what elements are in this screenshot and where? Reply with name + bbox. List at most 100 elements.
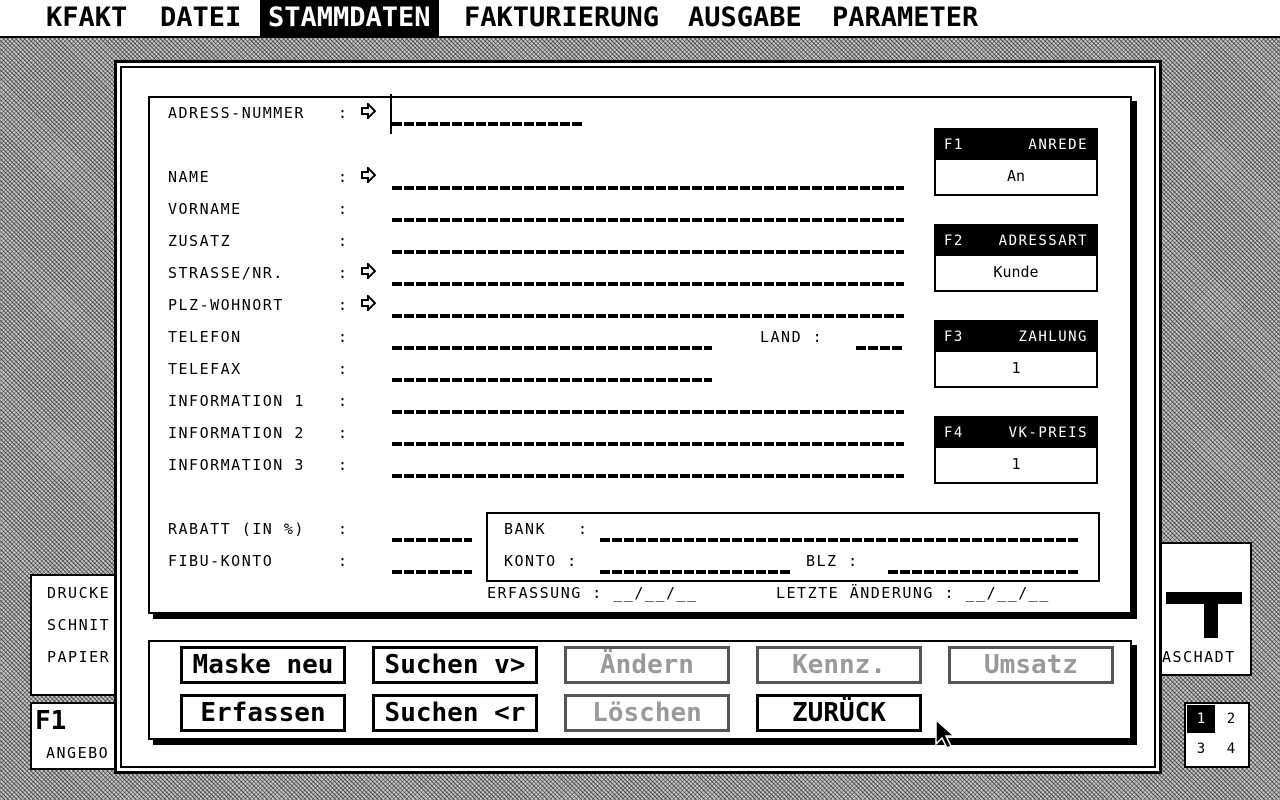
- menu-datei[interactable]: DATEI: [152, 0, 249, 36]
- screen-1[interactable]: 1: [1187, 705, 1215, 733]
- f4-title: VK-PREIS: [1008, 425, 1088, 441]
- letzte-aenderung-date: LETZTE ÄNDERUNG : __/__/__: [776, 584, 1050, 602]
- f1-title: ANREDE: [1028, 137, 1088, 153]
- menu-ausgabe[interactable]: AUSGABE: [680, 0, 810, 36]
- vorname-field[interactable]: [392, 218, 904, 222]
- menu-stammdaten[interactable]: STAMMDATEN: [260, 0, 439, 36]
- f2-adressart-box[interactable]: F2 ADRESSART Kunde: [934, 224, 1098, 292]
- label-strasse: STRASSE/NR.: [168, 264, 284, 282]
- aendern-button[interactable]: Ändern: [564, 646, 730, 684]
- maske-neu-button[interactable]: Maske neu: [180, 646, 346, 684]
- fibu-konto-field[interactable]: [392, 570, 472, 574]
- label-bank: BANK: [504, 520, 547, 538]
- label-vorname: VORNAME: [168, 200, 242, 218]
- colon: :: [338, 168, 349, 186]
- background-right-panel: ASCHADT: [1150, 542, 1252, 676]
- required-arrow-icon: [361, 295, 376, 311]
- colon: :: [338, 520, 349, 538]
- telefax-field[interactable]: [392, 378, 712, 382]
- colon: :: [338, 296, 349, 314]
- rabatt-field[interactable]: [392, 538, 472, 542]
- f1-key: F1: [944, 137, 964, 153]
- colon: :: [338, 424, 349, 442]
- f3-value: 1: [1011, 359, 1021, 377]
- konto-field[interactable]: [600, 570, 792, 574]
- zurueck-button[interactable]: ZURÜCK: [756, 694, 922, 732]
- colon: :: [338, 104, 349, 122]
- information-1-field[interactable]: [392, 410, 904, 414]
- screen-4[interactable]: 4: [1217, 735, 1245, 763]
- f3-title: ZAHLUNG: [1018, 329, 1088, 345]
- label-rabatt: RABATT (IN %): [168, 520, 305, 538]
- suchen-vor-button[interactable]: Suchen v>: [372, 646, 538, 684]
- f1-anrede-box[interactable]: F1 ANREDE An: [934, 128, 1098, 196]
- label-plz: PLZ-WOHNORT: [168, 296, 284, 314]
- colon: :: [338, 328, 349, 346]
- f4-vk-preis-box[interactable]: F4 VK-PREIS 1: [934, 416, 1098, 484]
- f4-key: F4: [944, 425, 964, 441]
- zusatz-field[interactable]: [392, 250, 904, 254]
- colon: :: [338, 264, 349, 282]
- label-blz: BLZ :: [806, 552, 859, 570]
- f1-header: F1 ANREDE: [936, 130, 1096, 160]
- loeschen-button[interactable]: Löschen: [564, 694, 730, 732]
- colon: :: [578, 520, 589, 538]
- f2-value: Kunde: [993, 263, 1039, 281]
- label-telefax: TELEFAX: [168, 360, 242, 378]
- label-adress-nummer: ADRESS-NUMMER: [168, 104, 305, 122]
- label-konto: KONTO :: [504, 552, 578, 570]
- menu-bar: KFAKT DATEI STAMMDATEN FAKTURIERUNG AUSG…: [0, 0, 1280, 38]
- logo-stem: [1204, 592, 1218, 638]
- telefon-field[interactable]: [392, 346, 712, 350]
- f1-value: An: [1006, 167, 1026, 185]
- umsatz-button[interactable]: Umsatz: [948, 646, 1114, 684]
- bg-right-text: ASCHADT: [1162, 648, 1236, 666]
- strasse-field[interactable]: [392, 282, 904, 286]
- label-information-3: INFORMATION 3: [168, 456, 305, 474]
- f2-header: F2 ADRESSART: [936, 226, 1096, 256]
- screen-2[interactable]: 2: [1217, 705, 1245, 733]
- f2-title: ADRESSART: [998, 233, 1088, 249]
- bg-f1-title: F1: [35, 706, 67, 736]
- name-field[interactable]: [392, 186, 904, 190]
- f3-key: F3: [944, 329, 964, 345]
- required-arrow-icon: [361, 167, 376, 183]
- menu-kfakt[interactable]: KFAKT: [38, 0, 135, 36]
- f3-header: F3 ZAHLUNG: [936, 322, 1096, 352]
- suchen-zurueck-button[interactable]: Suchen <r: [372, 694, 538, 732]
- screen-3[interactable]: 3: [1187, 735, 1215, 763]
- label-land: LAND :: [760, 328, 824, 346]
- kennz-button[interactable]: Kennz.: [756, 646, 922, 684]
- colon: :: [338, 200, 349, 218]
- blz-field[interactable]: [888, 570, 1080, 574]
- colon: :: [338, 360, 349, 378]
- colon: :: [338, 552, 349, 570]
- erfassung-date: ERFASSUNG : __/__/__: [487, 584, 698, 602]
- erfassen-button[interactable]: Erfassen: [180, 694, 346, 732]
- bank-field[interactable]: [600, 538, 1080, 542]
- colon: :: [338, 232, 349, 250]
- screen-selector: 1 2 3 4: [1184, 702, 1250, 768]
- text-cursor: [390, 94, 392, 134]
- required-arrow-icon: [361, 263, 376, 279]
- f3-zahlung-box[interactable]: F3 ZAHLUNG 1: [934, 320, 1098, 388]
- colon: :: [338, 392, 349, 410]
- menu-parameter[interactable]: PARAMETER: [824, 0, 986, 36]
- label-information-1: INFORMATION 1: [168, 392, 305, 410]
- f2-key: F2: [944, 233, 964, 249]
- bg-item-drucke[interactable]: DRUCKE: [47, 584, 110, 602]
- f4-value: 1: [1011, 455, 1021, 473]
- information-3-field[interactable]: [392, 474, 904, 478]
- menu-fakturierung[interactable]: FAKTURIERUNG: [456, 0, 667, 36]
- land-field[interactable]: [856, 346, 904, 350]
- mouse-pointer-icon: [935, 718, 956, 750]
- colon: :: [338, 456, 349, 474]
- plz-wohnort-field[interactable]: [392, 314, 904, 318]
- label-zusatz: ZUSATZ: [168, 232, 232, 250]
- information-2-field[interactable]: [392, 442, 904, 446]
- bg-item-schnit[interactable]: SCHNIT: [47, 616, 110, 634]
- required-arrow-icon: [361, 103, 376, 119]
- bg-item-papier[interactable]: PAPIER: [47, 648, 110, 666]
- adress-nummer-field[interactable]: [392, 122, 584, 126]
- label-name: NAME: [168, 168, 211, 186]
